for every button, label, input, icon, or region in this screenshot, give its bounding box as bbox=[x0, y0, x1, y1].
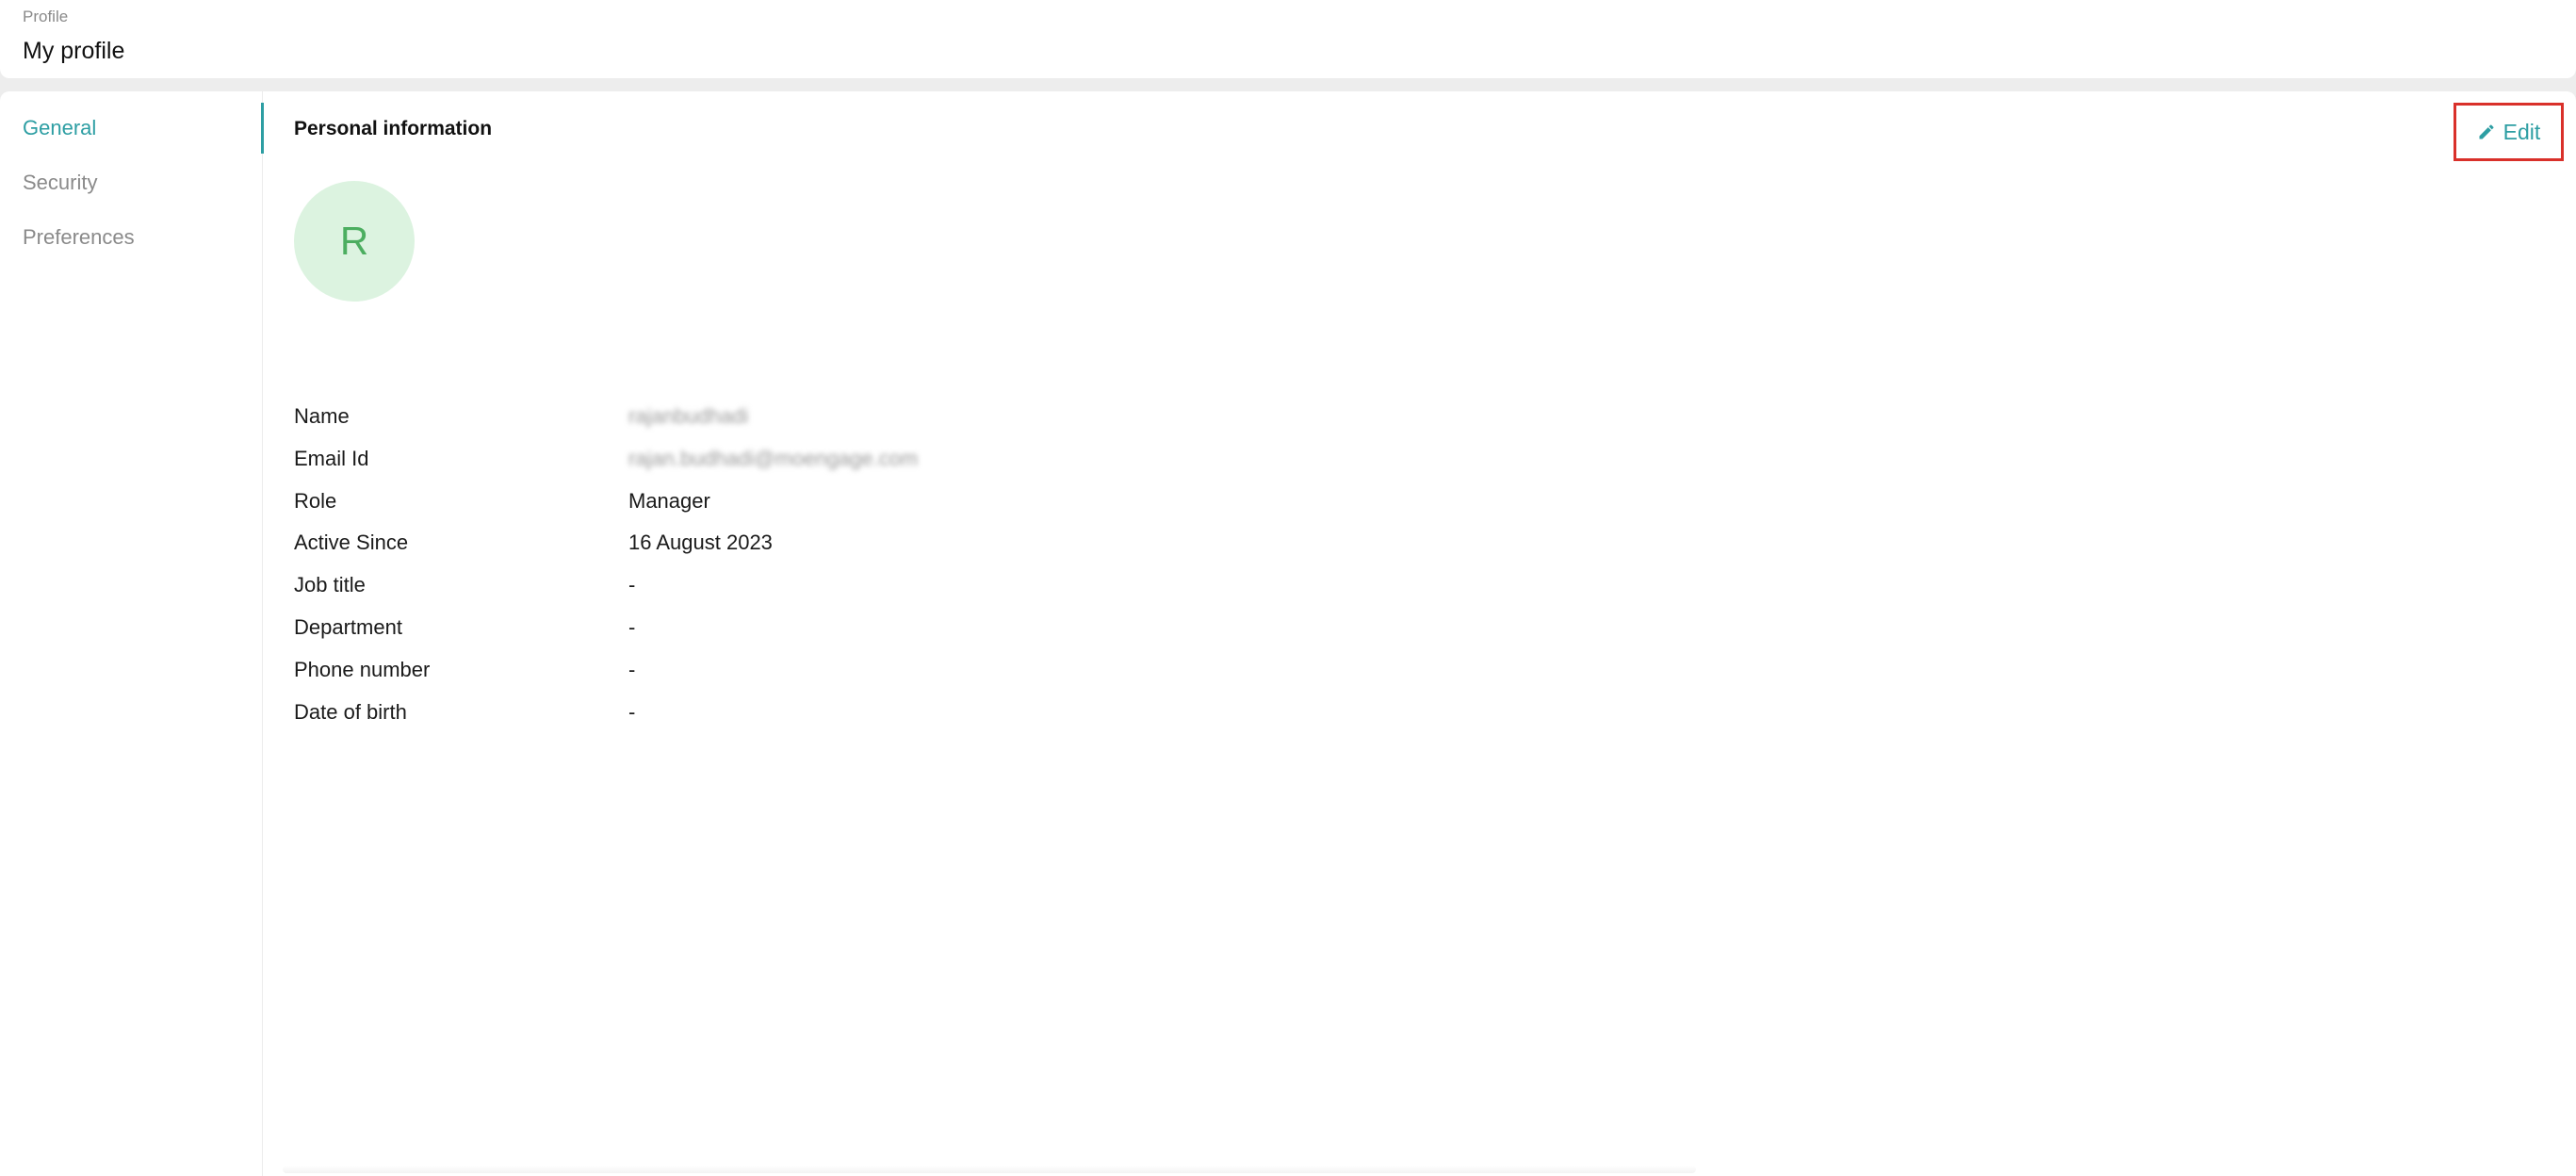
field-label: Department bbox=[294, 615, 402, 639]
section-title: Personal information bbox=[294, 118, 493, 139]
field-label: Name bbox=[294, 404, 350, 428]
pencil-icon bbox=[2479, 124, 2494, 139]
breadcrumb[interactable]: Profile bbox=[23, 8, 68, 26]
sidebar-item-preferences[interactable]: Preferences bbox=[0, 212, 263, 263]
field-row-dob: Date of birth - bbox=[294, 691, 1425, 733]
field-value: rajan.budhadi@moengage.com bbox=[628, 447, 919, 470]
field-value: Manager bbox=[628, 489, 710, 513]
field-row-department: Department - bbox=[294, 606, 1425, 648]
field-label: Phone number bbox=[294, 658, 431, 681]
field-value: - bbox=[628, 658, 636, 681]
field-value: rajanbudhadi bbox=[628, 404, 749, 428]
field-value: - bbox=[628, 615, 636, 639]
edit-button[interactable]: Edit bbox=[2454, 103, 2564, 161]
field-value: - bbox=[628, 573, 636, 596]
sidebar-item-security[interactable]: Security bbox=[0, 157, 263, 208]
field-value: - bbox=[628, 700, 636, 724]
field-label: Job title bbox=[294, 573, 366, 596]
page-title: My profile bbox=[23, 38, 125, 64]
profile-panel: General Security Preferences Personal in… bbox=[0, 91, 2576, 1176]
field-row-active-since: Active Since 16 August 2023 bbox=[294, 521, 1425, 564]
field-row-name: Name rajanbudhadi bbox=[294, 395, 1425, 437]
profile-content: Personal information Edit R Name rajanbu… bbox=[264, 91, 2576, 1176]
avatar: R bbox=[294, 181, 415, 302]
field-value: 16 August 2023 bbox=[628, 531, 773, 554]
field-row-role: Role Manager bbox=[294, 480, 1425, 522]
footer-divider bbox=[283, 1166, 1696, 1173]
field-row-email: Email Id rajan.budhadi@moengage.com bbox=[294, 437, 1425, 480]
field-label: Date of birth bbox=[294, 700, 407, 724]
edit-label: Edit bbox=[2503, 119, 2541, 144]
field-row-job-title: Job title - bbox=[294, 564, 1425, 606]
page-header: Profile My profile bbox=[0, 0, 2576, 78]
sidebar-item-general[interactable]: General bbox=[0, 103, 264, 154]
field-label: Email Id bbox=[294, 447, 369, 470]
profile-sidebar: General Security Preferences bbox=[0, 91, 264, 1176]
field-label: Role bbox=[294, 489, 337, 513]
field-label: Active Since bbox=[294, 531, 409, 554]
field-row-phone: Phone number - bbox=[294, 648, 1425, 691]
avatar-initial: R bbox=[339, 219, 369, 263]
